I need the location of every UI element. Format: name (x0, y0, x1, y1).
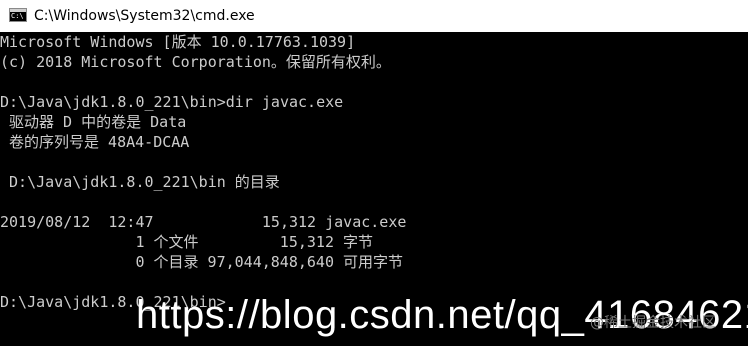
title-bar[interactable]: C:\ C:\Windows\System32\cmd.exe (0, 0, 748, 32)
console-line: D:\Java\jdk1.8.0_221\bin>dir javac.exe (0, 93, 344, 111)
console-line: Microsoft Windows [版本 10.0.17763.1039] (0, 33, 356, 51)
console-line: (c) 2018 Microsoft Corporation。保留所有权利。 (0, 53, 391, 71)
window-title: C:\Windows\System32\cmd.exe (34, 8, 255, 24)
console-line: 驱动器 D 中的卷是 Data (0, 113, 187, 131)
console-line: 0 个目录 97,044,848,640 可用字节 (0, 253, 404, 271)
console-line: 2019/08/12 12:47 15,312 javac.exe (0, 213, 407, 231)
console-icon: C:\ (9, 8, 27, 22)
console-line: 1 个文件 15,312 字节 (0, 233, 374, 251)
watermark-community: @稀土掘金技术社区 (590, 315, 716, 331)
console-line: 卷的序列号是 48A4-DCAA (0, 133, 190, 151)
console-line: D:\Java\jdk1.8.0_221\bin 的目录 (0, 173, 280, 191)
console-icon-glyph: C:\ (11, 12, 24, 20)
